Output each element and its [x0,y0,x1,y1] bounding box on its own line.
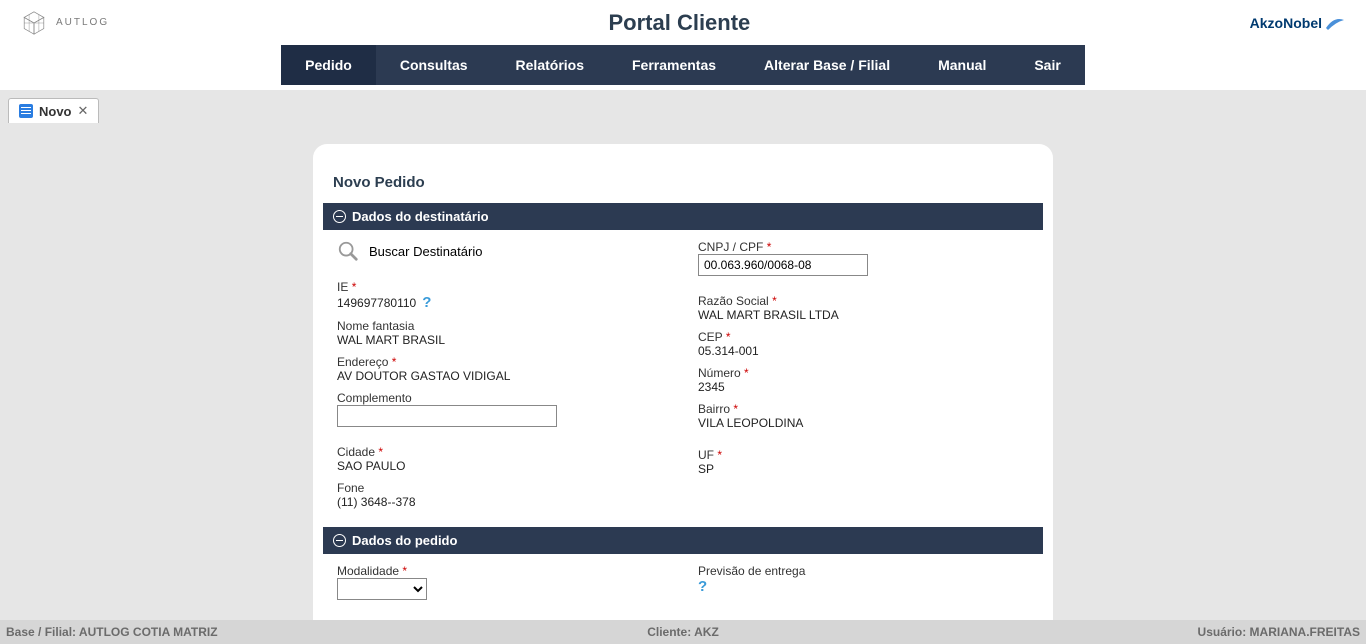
bairro-label: Bairro [698,402,730,416]
fantasia-value: WAL MART BRASIL [337,333,668,347]
cep-value: 05.314-001 [698,344,1029,358]
tab-close-icon[interactable]: ✕ [78,103,89,119]
fone-value: (11) 3648--378 [337,495,668,509]
complemento-input[interactable] [337,405,557,427]
required-marker: * [733,402,738,416]
endereco-label: Endereço [337,355,388,369]
statusbar: Base / Filial: AUTLOG COTIA MATRIZ Clien… [0,620,1366,644]
endereco-value: AV DOUTOR GASTAO VIDIGAL [337,369,668,383]
section-title-destinatario: Dados do destinatário [352,209,489,224]
cnpj-input[interactable] [698,254,868,276]
numero-label: Número [698,366,741,380]
cube-icon [20,9,48,37]
tab-label: Novo [39,104,72,119]
menu-alterar-base[interactable]: Alterar Base / Filial [740,45,914,85]
panel-novo-pedido: Novo Pedido Dados do destinatário Buscar… [313,144,1053,620]
panel-title: Novo Pedido [333,174,1043,191]
search-label: Buscar Destinatário [369,244,482,259]
previsao-label: Previsão de entrega [698,564,1029,578]
logo-left-text: AUTLOG [56,17,109,28]
cidade-label: Cidade [337,445,375,459]
form-icon [19,104,33,118]
cnpj-label: CNPJ / CPF [698,240,763,254]
akzonobel-icon [1324,14,1346,32]
section-body-destinatario: Buscar Destinatário IE * 149697780110 ? … [323,230,1043,527]
section-body-pedido: Modalidade * Previsão de entrega ? [323,554,1043,618]
menu-consultas[interactable]: Consultas [376,45,492,85]
status-cliente: Cliente: AKZ [647,625,719,639]
menu-sair[interactable]: Sair [1010,45,1084,85]
required-marker: * [744,366,749,380]
menubar-wrap: Pedido Consultas Relatórios Ferramentas … [0,45,1366,90]
required-marker: * [717,448,722,462]
menu-relatorios[interactable]: Relatórios [492,45,608,85]
required-marker: * [772,294,777,308]
ie-value: 149697780110 [337,296,416,310]
modalidade-select[interactable] [337,578,427,600]
complemento-label: Complemento [337,391,668,405]
uf-value: SP [698,462,1029,476]
help-icon[interactable]: ? [422,294,431,311]
required-marker: * [402,564,407,578]
required-marker: * [726,330,731,344]
collapse-icon[interactable] [333,210,346,223]
required-marker: * [767,240,772,254]
collapse-icon[interactable] [333,534,346,547]
uf-label: UF [698,448,714,462]
page-title: Portal Cliente [109,10,1250,36]
logo-autlog: AUTLOG [20,9,109,37]
logo-akzonobel: AkzoNobel [1250,14,1346,32]
search-icon[interactable] [337,240,359,262]
menu-pedido[interactable]: Pedido [281,45,376,85]
fantasia-label: Nome fantasia [337,319,668,333]
required-marker: * [352,280,357,294]
section-header-destinatario[interactable]: Dados do destinatário [323,203,1043,230]
razao-label: Razão Social [698,294,769,308]
status-base: Base / Filial: AUTLOG COTIA MATRIZ [6,625,218,639]
topbar: AUTLOG Portal Cliente AkzoNobel [0,0,1366,45]
cep-label: CEP [698,330,722,344]
tabstrip: Novo ✕ [0,90,1366,123]
section-title-pedido: Dados do pedido [352,533,457,548]
fone-label: Fone [337,481,668,495]
tab-novo[interactable]: Novo ✕ [8,98,99,123]
ie-label: IE [337,280,348,294]
menu-ferramentas[interactable]: Ferramentas [608,45,740,85]
numero-value: 2345 [698,380,1029,394]
status-usuario: Usuário: MARIANA.FREITAS [1198,625,1360,639]
logo-right-text: AkzoNobel [1250,15,1322,31]
razao-value: WAL MART BRASIL LTDA [698,308,1029,322]
workspace[interactable]: Novo Pedido Dados do destinatário Buscar… [0,132,1366,620]
required-marker: * [378,445,383,459]
section-header-pedido[interactable]: Dados do pedido [323,527,1043,554]
required-marker: * [392,355,397,369]
modalidade-label: Modalidade [337,564,399,578]
menu-manual[interactable]: Manual [914,45,1010,85]
help-icon[interactable]: ? [698,578,707,595]
menubar: Pedido Consultas Relatórios Ferramentas … [281,45,1085,85]
bairro-value: VILA LEOPOLDINA [698,416,1029,430]
cidade-value: SAO PAULO [337,459,668,473]
